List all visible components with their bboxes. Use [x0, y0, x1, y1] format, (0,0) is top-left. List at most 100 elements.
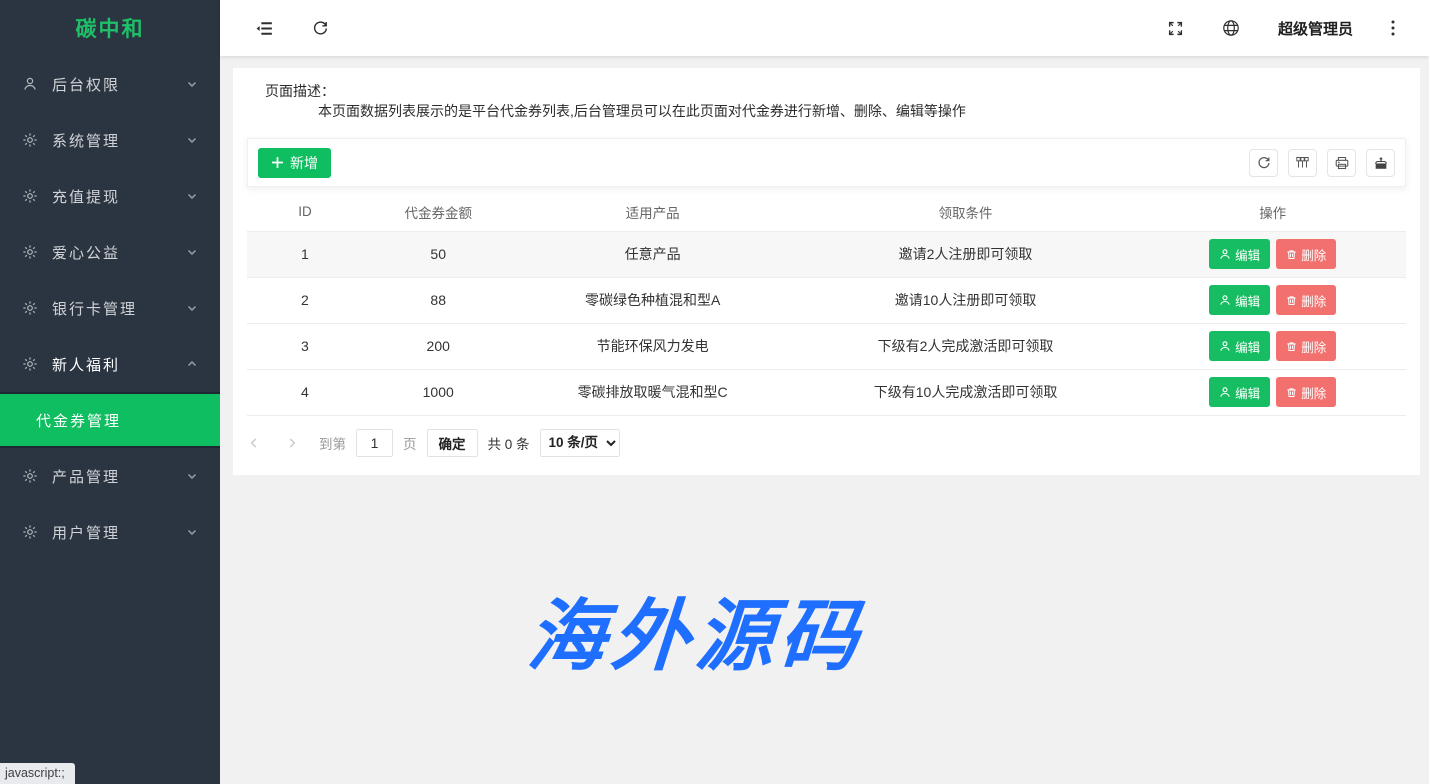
chevron-down-icon	[186, 526, 198, 538]
col-header-condition: 领取条件	[792, 193, 1140, 231]
cell-product: 节能环保风力发电	[514, 323, 792, 369]
trash-icon	[1286, 295, 1297, 306]
content-area: 页面描述： 本页面数据列表展示的是平台代金券列表,后台管理员可以在此页面对代金券…	[220, 56, 1429, 784]
col-header-id: ID	[247, 193, 363, 231]
chevron-down-icon	[186, 190, 198, 202]
table-row: 2 88 零碳绿色种植混和型A 邀请10人注册即可领取 编辑 删除	[247, 277, 1406, 323]
user-icon	[1219, 248, 1231, 260]
delete-button[interactable]: 删除	[1276, 377, 1336, 407]
cell-condition: 下级有10人完成激活即可领取	[792, 369, 1140, 415]
cell-id: 2	[247, 277, 363, 323]
trash-icon	[1286, 249, 1297, 260]
table-row: 1 50 任意产品 邀请2人注册即可领取 编辑 删除	[247, 231, 1406, 277]
globe-icon[interactable]	[1222, 19, 1240, 37]
add-voucher-label: 新增	[290, 153, 318, 173]
current-user-label[interactable]: 超级管理员	[1278, 18, 1353, 39]
sidebar-item-system-management[interactable]: 系统管理	[0, 112, 220, 168]
voucher-table: ID 代金券金额 适用产品 领取条件 操作 1 50 任意产品 邀请2人注册即可…	[233, 187, 1420, 416]
sidebar-item-charity[interactable]: 爱心公益	[0, 224, 220, 280]
refresh-table-icon[interactable]	[1249, 149, 1278, 177]
trash-icon	[1286, 341, 1297, 352]
sidebar-item-voucher-management[interactable]: 代金券管理	[0, 394, 220, 446]
chevron-down-icon	[186, 246, 198, 258]
trash-icon	[1286, 387, 1297, 398]
sidebar-item-label: 系统管理	[52, 130, 120, 151]
edit-button[interactable]: 编辑	[1209, 285, 1270, 315]
cell-actions: 编辑 删除	[1139, 277, 1406, 323]
table-row: 4 1000 零碳排放取暖气混和型C 下级有10人完成激活即可领取 编辑	[247, 369, 1406, 415]
edit-button[interactable]: 编辑	[1209, 331, 1270, 361]
page-number-input[interactable]	[356, 429, 393, 457]
refresh-icon[interactable]	[311, 19, 330, 38]
chevron-down-icon	[186, 302, 198, 314]
user-icon	[22, 76, 38, 92]
gear-icon	[22, 132, 38, 148]
edit-button[interactable]: 编辑	[1209, 377, 1270, 407]
cell-id: 1	[247, 231, 363, 277]
print-icon[interactable]	[1327, 149, 1356, 177]
cell-condition: 邀请2人注册即可领取	[792, 231, 1140, 277]
sidebar-item-admin-permissions[interactable]: 后台权限	[0, 56, 220, 112]
cell-actions: 编辑 删除	[1139, 369, 1406, 415]
gear-icon	[22, 524, 38, 540]
gear-icon	[22, 188, 38, 204]
delete-button[interactable]: 删除	[1276, 239, 1336, 269]
user-icon	[1219, 386, 1231, 398]
cell-amount: 50	[363, 231, 514, 277]
user-icon	[1219, 294, 1231, 306]
plus-icon	[271, 156, 284, 169]
chevron-down-icon	[186, 78, 198, 90]
cell-product: 零碳绿色种植混和型A	[514, 277, 792, 323]
cell-product: 任意产品	[514, 231, 792, 277]
columns-icon[interactable]	[1288, 149, 1317, 177]
cell-amount: 1000	[363, 369, 514, 415]
col-header-product: 适用产品	[514, 193, 792, 231]
col-header-actions: 操作	[1139, 193, 1406, 231]
sidebar: 碳中和 后台权限 系统管理 充值提现 爱心公益	[0, 0, 220, 784]
topbar: 超级管理员	[220, 0, 1429, 56]
sidebar-item-label: 爱心公益	[52, 242, 120, 263]
total-count-label: 共 0 条	[488, 433, 530, 453]
main-area: 超级管理员 页面描述： 本页面数据列表展示的是平台代金券列表,后台管理员可以在此…	[220, 0, 1429, 784]
sidebar-item-product-management[interactable]: 产品管理	[0, 448, 220, 504]
prev-page-icon[interactable]	[247, 436, 261, 450]
next-page-icon[interactable]	[285, 436, 299, 450]
cell-id: 3	[247, 323, 363, 369]
confirm-page-button[interactable]: 确定	[427, 429, 478, 457]
link-status-bubble: javascript:;	[0, 763, 75, 784]
delete-button[interactable]: 删除	[1276, 331, 1336, 361]
gear-icon	[22, 468, 38, 484]
sidebar-item-bank-card[interactable]: 银行卡管理	[0, 280, 220, 336]
table-toolbar: 新增	[247, 138, 1406, 187]
sidebar-submenu: 代金券管理	[0, 392, 220, 448]
pagination: 到第 页 确定 共 0 条 10 条/页	[233, 416, 1420, 473]
cell-id: 4	[247, 369, 363, 415]
page-size-select[interactable]: 10 条/页	[540, 429, 620, 457]
sidebar-item-newcomer-benefits[interactable]: 新人福利	[0, 336, 220, 392]
sidebar-item-label: 银行卡管理	[52, 298, 137, 319]
edit-button[interactable]: 编辑	[1209, 239, 1270, 269]
app-logo: 碳中和	[0, 0, 220, 56]
fullscreen-icon[interactable]	[1167, 20, 1184, 37]
export-icon[interactable]	[1366, 149, 1395, 177]
user-icon	[1219, 340, 1231, 352]
col-header-amount: 代金券金额	[363, 193, 514, 231]
table-body: 1 50 任意产品 邀请2人注册即可领取 编辑 删除	[247, 231, 1406, 415]
sidebar-item-label: 用户管理	[52, 522, 120, 543]
table-row: 3 200 节能环保风力发电 下级有2人完成激活即可领取 编辑 删除	[247, 323, 1406, 369]
sidebar-item-user-management[interactable]: 用户管理	[0, 504, 220, 560]
more-menu-icon[interactable]	[1391, 20, 1395, 36]
chevron-down-icon	[186, 134, 198, 146]
cell-amount: 200	[363, 323, 514, 369]
gear-icon	[22, 244, 38, 260]
page-description-label: 页面描述：	[265, 81, 1400, 101]
sidebar-item-label: 新人福利	[52, 354, 120, 375]
sidebar-item-recharge-withdraw[interactable]: 充值提现	[0, 168, 220, 224]
add-voucher-button[interactable]: 新增	[258, 148, 331, 178]
cell-actions: 编辑 删除	[1139, 231, 1406, 277]
gear-icon	[22, 300, 38, 316]
cell-condition: 邀请10人注册即可领取	[792, 277, 1140, 323]
goto-page-label: 到第	[319, 433, 346, 453]
collapse-sidebar-icon[interactable]	[254, 18, 275, 39]
delete-button[interactable]: 删除	[1276, 285, 1336, 315]
